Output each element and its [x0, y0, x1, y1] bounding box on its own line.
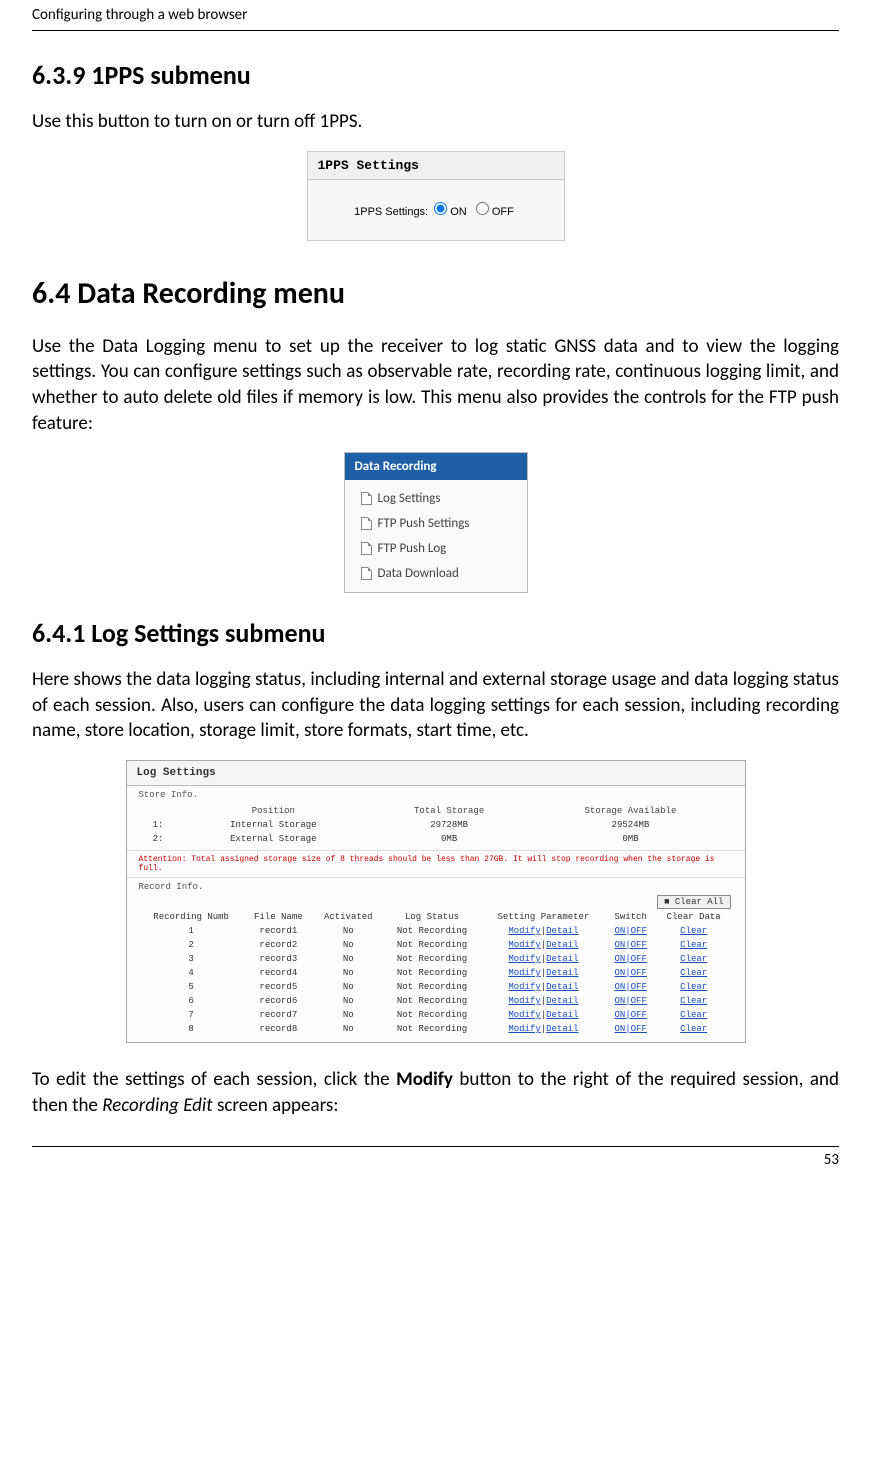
switch-link[interactable]: ON|OFF [614, 968, 646, 978]
paragraph: Use the Data Logging menu to set up the … [32, 334, 839, 437]
detail-link[interactable]: Detail [546, 1024, 578, 1034]
radio-off[interactable]: OFF [476, 206, 514, 218]
document-icon [361, 542, 372, 555]
modify-link[interactable]: Modify [508, 926, 540, 936]
record-info-table: Recording NumbFile NameActivatedLog Stat… [139, 910, 732, 1036]
section-label: Record Info. [127, 878, 745, 894]
modify-link[interactable]: Modify [508, 1024, 540, 1034]
switch-link[interactable]: ON|OFF [614, 926, 646, 936]
nav-item-label: FTP Push Log [378, 541, 447, 556]
modify-link[interactable]: Modify [508, 968, 540, 978]
document-icon [361, 517, 372, 530]
detail-link[interactable]: Detail [546, 954, 578, 964]
paragraph: Use this button to turn on or turn off 1… [32, 109, 839, 135]
nav-item-label: Data Download [378, 566, 459, 581]
radio-on[interactable]: ON [434, 206, 467, 218]
nav-item-label: Log Settings [378, 491, 441, 506]
paragraph: Here shows the data logging status, incl… [32, 667, 839, 744]
table-row: 6record6NoNot RecordingModify|DetailON|O… [139, 994, 732, 1008]
switch-link[interactable]: ON|OFF [614, 982, 646, 992]
document-icon [361, 567, 372, 580]
warning-text: Attention: Total assigned storage size o… [127, 850, 745, 878]
table-row: 1record1NoNot RecordingModify|DetailON|O… [139, 924, 732, 938]
figure-log-settings: Log Settings Store Info. PositionTotal S… [126, 760, 746, 1043]
switch-link[interactable]: ON|OFF [614, 996, 646, 1006]
panel-title: Log Settings [127, 761, 745, 786]
clear-link[interactable]: Clear [680, 926, 707, 936]
modify-link[interactable]: Modify [508, 954, 540, 964]
nav-item[interactable]: Log Settings [345, 486, 527, 511]
clear-all-button[interactable]: ■ Clear All [657, 895, 730, 909]
nav-item[interactable]: FTP Push Settings [345, 511, 527, 536]
document-icon [361, 492, 372, 505]
table-row: 4record4NoNot RecordingModify|DetailON|O… [139, 966, 732, 980]
figure-1pps-settings: 1PPS Settings 1PPS Settings: ON OFF [307, 151, 565, 241]
heading-data-recording: 6.4 Data Recording menu [32, 275, 839, 312]
heading-1pps: 6.3.9 1PPS submenu [32, 59, 839, 91]
switch-link[interactable]: ON|OFF [614, 1024, 646, 1034]
store-info-table: PositionTotal StorageStorage Available 1… [139, 804, 732, 846]
clear-link[interactable]: Clear [680, 940, 707, 950]
clear-link[interactable]: Clear [680, 996, 707, 1006]
switch-link[interactable]: ON|OFF [614, 1010, 646, 1020]
detail-link[interactable]: Detail [546, 968, 578, 978]
clear-link[interactable]: Clear [680, 968, 707, 978]
modify-link[interactable]: Modify [508, 996, 540, 1006]
modify-link[interactable]: Modify [508, 1010, 540, 1020]
label: 1PPS Settings: [354, 206, 428, 218]
clear-link[interactable]: Clear [680, 954, 707, 964]
modify-link[interactable]: Modify [508, 940, 540, 950]
table-row: 2record2NoNot RecordingModify|DetailON|O… [139, 938, 732, 952]
heading-log-settings: 6.4.1 Log Settings submenu [32, 617, 839, 649]
switch-link[interactable]: ON|OFF [614, 954, 646, 964]
running-header: Configuring through a web browser [32, 0, 839, 31]
modify-link[interactable]: Modify [508, 982, 540, 992]
page-number: 53 [32, 1146, 839, 1189]
detail-link[interactable]: Detail [546, 982, 578, 992]
clear-link[interactable]: Clear [680, 1024, 707, 1034]
detail-link[interactable]: Detail [546, 996, 578, 1006]
nav-item[interactable]: FTP Push Log [345, 536, 527, 561]
switch-link[interactable]: ON|OFF [614, 940, 646, 950]
detail-link[interactable]: Detail [546, 926, 578, 936]
table-row: 5record5NoNot RecordingModify|DetailON|O… [139, 980, 732, 994]
nav-item[interactable]: Data Download [345, 561, 527, 586]
paragraph: To edit the settings of each session, cl… [32, 1067, 839, 1118]
detail-link[interactable]: Detail [546, 940, 578, 950]
section-label: Store Info. [127, 786, 745, 802]
table-row: 3record3NoNot RecordingModify|DetailON|O… [139, 952, 732, 966]
table-row: 7record7NoNot RecordingModify|DetailON|O… [139, 1008, 732, 1022]
panel-title: 1PPS Settings [308, 152, 564, 180]
figure-nav-menu: Data Recording Log Settings FTP Push Sett… [344, 452, 528, 593]
detail-link[interactable]: Detail [546, 1010, 578, 1020]
nav-header: Data Recording [345, 453, 527, 480]
nav-item-label: FTP Push Settings [378, 516, 470, 531]
clear-link[interactable]: Clear [680, 1010, 707, 1020]
clear-link[interactable]: Clear [680, 982, 707, 992]
table-row: 8record8NoNot RecordingModify|DetailON|O… [139, 1022, 732, 1036]
